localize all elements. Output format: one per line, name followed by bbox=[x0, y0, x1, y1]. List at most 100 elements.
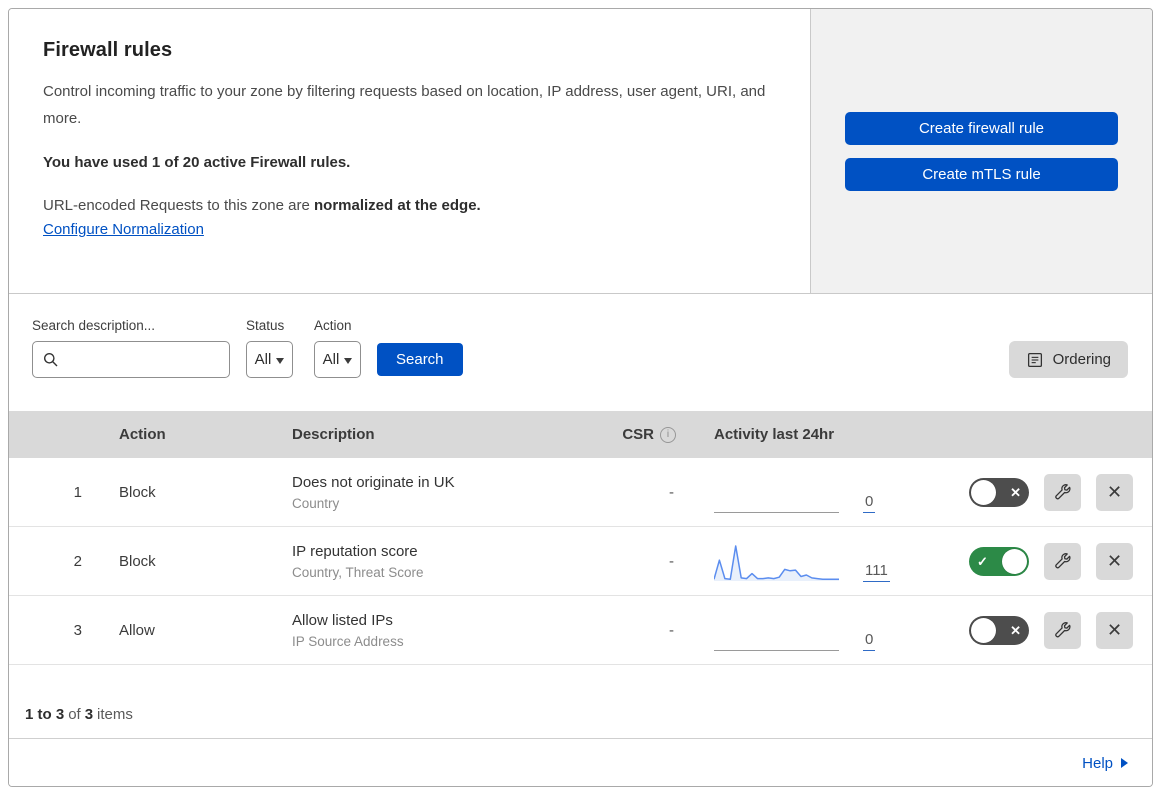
action-filter-group: Action All bbox=[314, 318, 361, 378]
rule-enabled-toggle[interactable]: ✕ bbox=[969, 477, 1029, 507]
delete-rule-button[interactable]: ✕ bbox=[1096, 542, 1133, 580]
pagination-items: items bbox=[97, 706, 133, 723]
pagination-total: 3 bbox=[84, 706, 94, 723]
activity-sparkline bbox=[714, 545, 839, 581]
toggle-knob bbox=[971, 479, 996, 505]
actions-panel: Create firewall rule Create mTLS rule bbox=[810, 9, 1152, 293]
activity-count-link[interactable]: 111 bbox=[863, 563, 890, 582]
chevron-down-icon bbox=[344, 357, 353, 364]
rule-action: Allow bbox=[119, 621, 155, 639]
toggle-off-x-icon: ✕ bbox=[1010, 622, 1021, 638]
rule-csr-value: - bbox=[669, 621, 674, 639]
activity-count-link[interactable]: 0 bbox=[863, 632, 876, 651]
search-button[interactable]: Search bbox=[377, 343, 463, 376]
rule-fields: Country, Threat Score bbox=[292, 564, 424, 580]
csr-header-label: CSR bbox=[622, 426, 654, 443]
header-section: Firewall rules Control incoming traffic … bbox=[9, 9, 1152, 294]
close-icon: ✕ bbox=[1106, 551, 1123, 571]
help-link-label: Help bbox=[1082, 754, 1113, 772]
help-arrow-icon bbox=[1121, 758, 1128, 768]
rule-enabled-toggle[interactable]: ✕ bbox=[969, 615, 1029, 645]
page-title: Firewall rules bbox=[43, 39, 173, 61]
search-group: Search description... bbox=[32, 318, 230, 378]
rule-description: Does not originate in UK Country bbox=[269, 474, 599, 511]
toggle-knob bbox=[971, 617, 996, 643]
filter-bar: Search description... Status All Action … bbox=[9, 294, 1152, 411]
ordering-button-label: Ordering bbox=[1052, 351, 1111, 368]
rule-number: 1 bbox=[73, 483, 82, 501]
configure-normalization-link[interactable]: Configure Normalization bbox=[43, 221, 204, 238]
ordering-list-icon bbox=[1027, 352, 1042, 367]
chevron-down-icon bbox=[276, 357, 285, 364]
toggle-on-check-icon: ✓ bbox=[977, 553, 988, 569]
page-description: Control incoming traffic to your zone by… bbox=[43, 83, 766, 127]
usage-summary: You have used 1 of 20 active Firewall ru… bbox=[43, 154, 770, 171]
rule-number: 3 bbox=[73, 621, 82, 639]
edit-rule-button[interactable] bbox=[1044, 473, 1081, 511]
rule-activity: 111 bbox=[691, 527, 939, 595]
create-firewall-rule-button[interactable]: Create firewall rule bbox=[845, 111, 1118, 145]
pagination: 1 to 3 of 3 items bbox=[9, 665, 1152, 739]
search-label: Search description... bbox=[32, 318, 156, 333]
wrench-icon bbox=[1055, 552, 1071, 568]
action-dropdown[interactable]: All bbox=[314, 341, 361, 378]
activity-count-link[interactable]: 0 bbox=[863, 494, 876, 513]
activity-sparkline-flat bbox=[714, 621, 839, 651]
table-row: 2 Block IP reputation score Country, Thr… bbox=[9, 527, 1152, 596]
column-header-csr: CSR i bbox=[599, 426, 691, 443]
rule-title: Allow listed IPs bbox=[292, 611, 393, 629]
rule-controls: ✕ ✕ bbox=[939, 611, 1152, 649]
ordering-button[interactable]: Ordering bbox=[1008, 341, 1128, 378]
wrench-icon bbox=[1055, 483, 1071, 499]
column-header-activity: Activity last 24hr bbox=[714, 426, 835, 443]
help-strip: Help bbox=[9, 739, 1152, 786]
pagination-range: 1 to 3 bbox=[25, 706, 65, 723]
firewall-rules-card: Firewall rules Control incoming traffic … bbox=[8, 8, 1153, 787]
status-dropdown-value: All bbox=[254, 351, 272, 368]
rule-action: Block bbox=[119, 483, 156, 501]
create-mtls-rule-button[interactable]: Create mTLS rule bbox=[845, 157, 1118, 191]
table-header: Action Description CSR i Activity last 2… bbox=[9, 411, 1152, 458]
action-label: Action bbox=[314, 318, 352, 333]
status-filter-group: Status All bbox=[246, 318, 293, 378]
rule-activity: 0 bbox=[691, 458, 939, 526]
close-icon: ✕ bbox=[1106, 620, 1123, 640]
delete-rule-button[interactable]: ✕ bbox=[1096, 473, 1133, 511]
table-row: 3 Allow Allow listed IPs IP Source Addre… bbox=[9, 596, 1152, 665]
rule-description: IP reputation score Country, Threat Scor… bbox=[269, 543, 599, 580]
usage-summary-text: You have used 1 of 20 active Firewall ru… bbox=[43, 154, 351, 171]
rule-action: Block bbox=[119, 552, 156, 570]
search-input[interactable] bbox=[67, 351, 219, 368]
rule-title: Does not originate in UK bbox=[292, 473, 455, 491]
rule-description: Allow listed IPs IP Source Address bbox=[269, 612, 599, 649]
column-header-description: Description bbox=[292, 426, 375, 443]
rule-fields: Country bbox=[292, 495, 340, 511]
normalization-prefix: URL-encoded Requests to this zone are bbox=[43, 197, 314, 214]
search-box bbox=[32, 341, 230, 378]
rule-csr-value: - bbox=[669, 483, 674, 501]
rule-title: IP reputation score bbox=[292, 542, 418, 560]
toggle-off-x-icon: ✕ bbox=[1010, 484, 1021, 500]
edit-rule-button[interactable] bbox=[1044, 542, 1081, 580]
help-link[interactable]: Help bbox=[1082, 755, 1128, 772]
rule-activity: 0 bbox=[691, 596, 939, 664]
rule-csr-value: - bbox=[669, 552, 674, 570]
info-icon[interactable]: i bbox=[660, 426, 676, 443]
activity-sparkline-flat bbox=[714, 483, 839, 513]
toggle-knob bbox=[1002, 548, 1027, 574]
header-text-block: Firewall rules Control incoming traffic … bbox=[9, 9, 810, 293]
normalization-bold: normalized at the edge. bbox=[314, 197, 481, 214]
normalization-text: URL-encoded Requests to this zone are no… bbox=[43, 197, 770, 214]
rule-enabled-toggle[interactable]: ✓ bbox=[969, 546, 1029, 576]
status-label: Status bbox=[246, 318, 285, 333]
rule-number: 2 bbox=[73, 552, 82, 570]
search-icon bbox=[44, 352, 58, 366]
column-header-action: Action bbox=[119, 426, 166, 443]
status-dropdown[interactable]: All bbox=[246, 341, 293, 378]
table-row: 1 Block Does not originate in UK Country… bbox=[9, 458, 1152, 527]
wrench-icon bbox=[1055, 621, 1071, 637]
rule-controls: ✕ ✕ bbox=[939, 473, 1152, 511]
delete-rule-button[interactable]: ✕ bbox=[1096, 611, 1133, 649]
pagination-of: of bbox=[68, 706, 81, 723]
edit-rule-button[interactable] bbox=[1044, 611, 1081, 649]
